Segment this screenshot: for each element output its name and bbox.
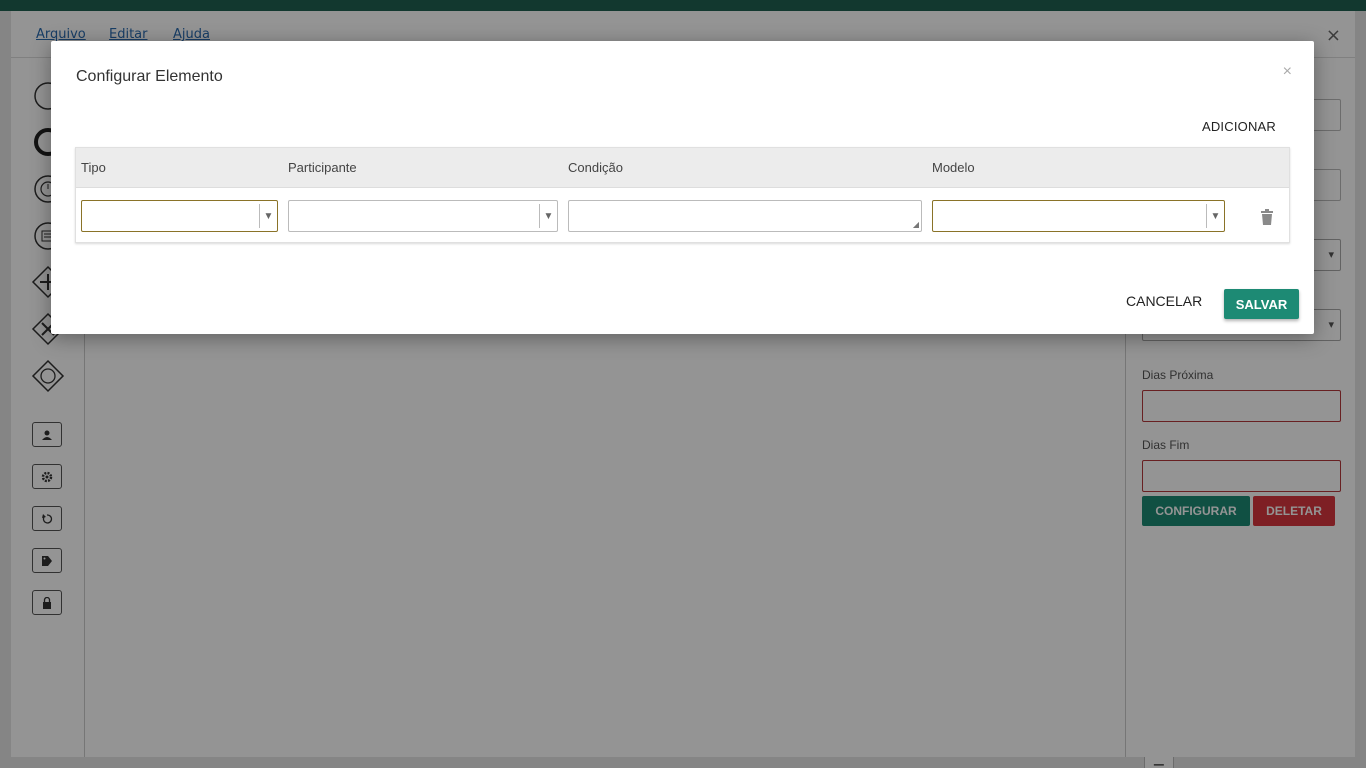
chevron-down-icon: ▼ xyxy=(1206,204,1224,228)
trash-icon[interactable] xyxy=(1260,209,1274,225)
dialog-close-icon[interactable]: × xyxy=(1283,63,1292,81)
save-button[interactable]: SALVAR xyxy=(1224,289,1299,319)
grid-header: Tipo Participante Condição Modelo xyxy=(76,148,1289,188)
rules-grid: Tipo Participante Condição Modelo ▼ ▼ ◢ … xyxy=(75,147,1290,243)
cancel-button[interactable]: CANCELAR xyxy=(1126,293,1202,309)
chevron-down-icon: ▼ xyxy=(539,204,557,228)
chevron-down-icon: ▼ xyxy=(259,204,277,228)
dialog-title: Configurar Elemento xyxy=(76,68,223,85)
resize-grip-icon[interactable]: ◢ xyxy=(913,220,919,229)
column-header-participante: Participante xyxy=(288,160,357,175)
column-header-tipo: Tipo xyxy=(81,160,106,175)
participante-select[interactable]: ▼ xyxy=(288,200,558,232)
condicao-textarea[interactable]: ◢ xyxy=(568,200,922,232)
modelo-select[interactable]: ▼ xyxy=(932,200,1225,232)
column-header-modelo: Modelo xyxy=(932,160,975,175)
column-header-condicao: Condição xyxy=(568,160,623,175)
configure-element-dialog: Configurar Elemento × ADICIONAR Tipo Par… xyxy=(51,41,1314,334)
tipo-select[interactable]: ▼ xyxy=(81,200,278,232)
add-row-button[interactable]: ADICIONAR xyxy=(1202,119,1276,134)
